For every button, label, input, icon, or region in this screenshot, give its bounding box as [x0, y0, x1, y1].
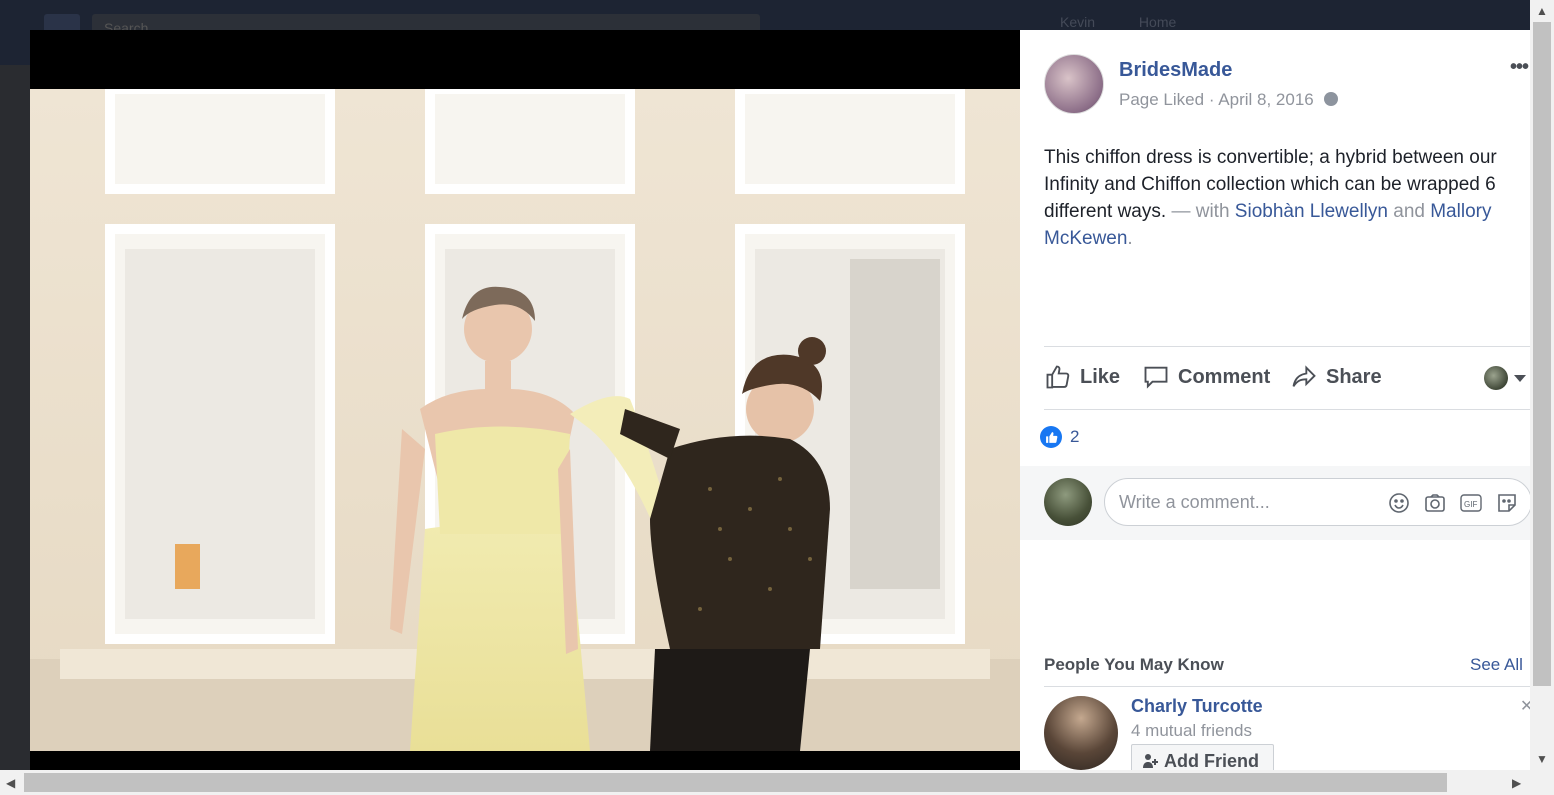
- globe-icon: [1324, 92, 1339, 106]
- svg-text:GIF: GIF: [1464, 500, 1477, 509]
- more-options-icon[interactable]: •••: [1510, 56, 1529, 79]
- page-liked-status[interactable]: Page Liked: [1119, 90, 1204, 109]
- suggested-person-avatar[interactable]: [1044, 696, 1118, 770]
- mutual-friends-count[interactable]: 4 mutual friends: [1131, 721, 1252, 741]
- suggested-person-name[interactable]: Charly Turcotte: [1131, 696, 1263, 717]
- sticker-icon[interactable]: [1495, 491, 1519, 515]
- comment-bubble-icon: [1144, 366, 1168, 389]
- emoji-icon[interactable]: [1387, 491, 1411, 515]
- photo-viewer: [30, 30, 1020, 770]
- like-reaction-icon: [1040, 426, 1062, 448]
- scroll-down-icon[interactable]: ▼: [1536, 752, 1548, 766]
- see-all-link[interactable]: See All: [1470, 655, 1523, 675]
- gif-icon[interactable]: GIF: [1459, 491, 1483, 515]
- commenter-avatar: [1044, 478, 1092, 526]
- add-friend-icon: [1143, 754, 1158, 768]
- scroll-right-icon[interactable]: ▶: [1512, 776, 1521, 790]
- post-meta: Page Liked · April 8, 2016: [1119, 90, 1339, 110]
- post-side-panel: BridesMade Page Liked · April 8, 2016 ••…: [1020, 30, 1530, 770]
- like-label: Like: [1080, 365, 1121, 388]
- background-user-name: Kevin: [1060, 14, 1096, 30]
- post-photo[interactable]: [30, 89, 1020, 751]
- comment-label: Comment: [1178, 365, 1271, 388]
- reaction-count[interactable]: 2: [1070, 427, 1079, 447]
- divider: [1044, 686, 1530, 687]
- scroll-up-icon[interactable]: ▲: [1536, 4, 1548, 18]
- share-label: Share: [1326, 365, 1382, 388]
- share-arrow-icon: [1292, 365, 1316, 387]
- vertical-scroll-thumb[interactable]: [1533, 22, 1551, 686]
- like-button[interactable]: Like: [1044, 361, 1120, 393]
- comment-placeholder: Write a comment...: [1119, 492, 1270, 512]
- scroll-left-icon[interactable]: ◀: [6, 776, 15, 790]
- reaction-summary[interactable]: 2: [1040, 426, 1079, 448]
- post-as-selector[interactable]: [1484, 366, 1526, 390]
- with-prefix: — with: [1171, 201, 1230, 222]
- add-friend-label: Add Friend: [1164, 750, 1259, 771]
- thumbs-up-icon: [1046, 365, 1070, 389]
- comment-button[interactable]: Comment: [1142, 361, 1270, 393]
- page-avatar[interactable]: [1044, 54, 1104, 114]
- add-friend-button[interactable]: Add Friend: [1131, 744, 1274, 770]
- camera-icon[interactable]: [1423, 491, 1447, 515]
- horizontal-scroll-thumb[interactable]: [24, 773, 1447, 792]
- meta-separator: ·: [1208, 90, 1215, 109]
- share-button[interactable]: Share: [1290, 361, 1382, 393]
- page-name-link[interactable]: BridesMade: [1119, 59, 1232, 82]
- tagged-person-1[interactable]: Siobhàn Llewellyn: [1235, 201, 1388, 222]
- viewer-avatar: [1484, 366, 1508, 390]
- action-bar: Like Comment Share: [1044, 346, 1530, 410]
- post-text: This chiffon dress is convertible; a hyb…: [1044, 144, 1530, 252]
- background-nav: Kevin Home: [1020, 14, 1176, 30]
- post-date[interactable]: April 8, 2016: [1218, 90, 1313, 109]
- background-home-link: Home: [1138, 14, 1177, 30]
- pymk-title: People You May Know: [1044, 655, 1224, 674]
- chevron-down-icon: [1514, 374, 1526, 382]
- period: .: [1127, 228, 1133, 249]
- comment-input[interactable]: Write a comment... GIF: [1104, 478, 1530, 526]
- dismiss-icon[interactable]: ✕: [1520, 696, 1530, 716]
- and-word: and: [1393, 201, 1425, 222]
- comment-composer: Write a comment... GIF: [1020, 466, 1530, 540]
